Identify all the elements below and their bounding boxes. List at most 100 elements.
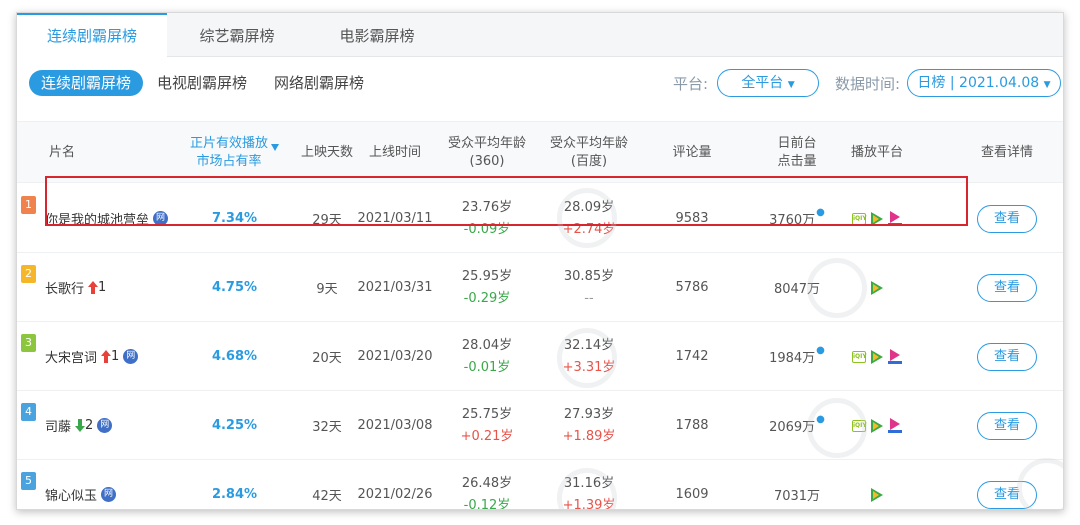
date-select-value: 日榜 | 2021.04.08 xyxy=(917,75,1040,91)
release-date: 2021/03/20 xyxy=(357,349,433,364)
subtab-series[interactable]: 连续剧霸屏榜 xyxy=(29,70,144,96)
days-on-air: 20天 xyxy=(312,351,342,366)
tencent-video-icon[interactable] xyxy=(871,487,883,502)
platforms-cell: iQIY xyxy=(837,322,917,391)
iqiyi-icon[interactable]: iQIY xyxy=(852,350,867,363)
col-clicks-line1: 日前台 xyxy=(777,136,817,151)
show-title[interactable]: 大宋宫词 1 网 xyxy=(45,322,139,391)
age-360-delta: -0.12岁 xyxy=(463,497,511,510)
age-360: 28.04岁 xyxy=(461,337,513,353)
tencent-video-icon[interactable] xyxy=(871,211,883,226)
age-baidu: 30.85岁 xyxy=(563,268,615,284)
iqiyi-icon[interactable]: iQIY xyxy=(852,212,867,225)
chevron-down-icon: ▼ xyxy=(787,80,795,90)
age-baidu: 31.16岁 xyxy=(563,475,615,491)
tab-tv-series-ranking[interactable]: 连续剧霸屏榜 xyxy=(17,13,167,58)
sort-down-icon[interactable] xyxy=(271,143,279,151)
tab-variety-ranking[interactable]: 综艺霸屏榜 xyxy=(167,13,307,57)
date-label: 数据时间: xyxy=(835,75,901,93)
view-detail-button[interactable]: 查看 xyxy=(977,480,1037,509)
youku-icon[interactable] xyxy=(888,348,902,365)
platform-icons: iQIY xyxy=(852,210,902,227)
detail-cell: 查看 xyxy=(967,253,1047,322)
youku-icon[interactable] xyxy=(888,210,902,227)
youku-icon[interactable] xyxy=(888,417,902,434)
network-drama-badge-icon: 网 xyxy=(123,349,139,364)
comment-count: 1609 xyxy=(675,487,709,502)
subtab-web-drama[interactable]: 网络剧霸屏榜 xyxy=(262,70,376,96)
multi-platform-dot-icon: ● xyxy=(816,207,825,218)
rank-up-icon xyxy=(101,350,112,363)
platform-icons: iQIY xyxy=(852,417,902,434)
date-select[interactable]: 日榜 | 2021.04.08 ▼ xyxy=(907,69,1061,97)
age-360-delta: +0.21岁 xyxy=(460,428,514,444)
tab-movie-ranking[interactable]: 电影霸屏榜 xyxy=(307,13,447,57)
age-baidu: 27.93岁 xyxy=(563,406,615,422)
col-days: 上映天数 xyxy=(300,145,353,160)
show-title-text: 你是我的城池营垒 xyxy=(45,213,150,228)
age-baidu-delta: -- xyxy=(584,290,594,306)
age-baidu: 32.14岁 xyxy=(563,337,615,353)
age-360: 26.48岁 xyxy=(461,475,513,491)
platforms-cell xyxy=(837,253,917,322)
rank-change: 2 xyxy=(85,418,94,433)
platform-select-value: 全平台 xyxy=(741,75,784,91)
col-market-share[interactable]: 正片有效播放 市场占有率 xyxy=(182,122,287,184)
detail-cell: 查看 xyxy=(967,460,1047,509)
col-age360-line2: (360) xyxy=(469,154,505,169)
network-drama-badge-icon: 网 xyxy=(101,487,117,502)
age-360: 25.95岁 xyxy=(461,268,513,284)
show-title-text: 大宋宫词 xyxy=(45,351,98,366)
col-agebaidu-line1: 受众平均年龄 xyxy=(549,136,628,151)
age-360-delta: -0.01岁 xyxy=(463,359,511,375)
rank-badge: 2 xyxy=(21,265,36,283)
click-count-cell: 2069万 ● xyxy=(757,391,837,460)
show-title[interactable]: 长歌行 1 xyxy=(45,253,106,322)
table-row: 2 长歌行 1 4.75% 9天 2021/03/31 25.95岁 -0.29岁 30.85岁… xyxy=(17,253,1063,322)
comment-count: 9583 xyxy=(675,211,709,226)
comment-count: 1742 xyxy=(675,349,709,364)
platform-select[interactable]: 全平台 ▼ xyxy=(717,69,819,97)
comment-count: 5786 xyxy=(675,280,709,295)
view-detail-button[interactable]: 查看 xyxy=(977,411,1037,440)
tencent-video-icon[interactable] xyxy=(871,280,883,295)
multi-platform-dot-icon: ● xyxy=(816,345,825,356)
view-detail-button[interactable]: 查看 xyxy=(977,273,1037,302)
tencent-video-icon[interactable] xyxy=(871,349,883,364)
click-count: 2069万 xyxy=(769,420,816,435)
detail-cell: 查看 xyxy=(967,322,1047,391)
show-title[interactable]: 你是我的城池营垒网 xyxy=(45,184,169,253)
rank-down-icon xyxy=(75,419,86,432)
subtab-tv-drama[interactable]: 电视剧霸屏榜 xyxy=(145,70,259,96)
click-count: 3760万 xyxy=(769,213,816,228)
iqiyi-icon[interactable]: iQIY xyxy=(852,419,867,432)
click-count: 7031万 xyxy=(773,489,821,504)
age-baidu-delta: +1.39岁 xyxy=(562,497,616,510)
age-baidu-delta: +3.31岁 xyxy=(562,359,616,375)
table-row: 1 你是我的城池营垒网 7.34% 29天 2021/03/11 23.76岁 -0.09岁… xyxy=(17,184,1063,253)
rank-change: 1 xyxy=(98,280,107,295)
show-title[interactable]: 司藤 2 网 xyxy=(45,391,113,460)
age-360-cell: 25.75岁 +0.21岁 xyxy=(437,391,537,460)
detail-cell: 查看 xyxy=(967,184,1047,253)
col-clicks: 日前台 点击量 xyxy=(757,122,837,184)
age-baidu-delta: +2.74岁 xyxy=(562,221,616,237)
chevron-down-icon: ▼ xyxy=(1043,80,1051,90)
age-360: 25.75岁 xyxy=(461,406,513,422)
age-baidu: 28.09岁 xyxy=(563,199,615,215)
click-count: 8047万 xyxy=(773,282,821,297)
table-row: 3 大宋宫词 1 网 4.68% 20天 2021/03/20 28.04岁 -0.01岁 32.… xyxy=(17,322,1063,391)
click-count-cell: 8047万 xyxy=(757,253,837,322)
show-title[interactable]: 锦心似玉网 xyxy=(45,460,117,509)
ranking-panel: 连续剧霸屏榜 综艺霸屏榜 电影霸屏榜 连续剧霸屏榜 电视剧霸屏榜 网络剧霸屏榜 … xyxy=(16,12,1064,510)
age-360-delta: -0.09岁 xyxy=(463,221,511,237)
comment-count: 1788 xyxy=(675,418,709,433)
days-on-air: 32天 xyxy=(312,420,342,435)
view-detail-button[interactable]: 查看 xyxy=(977,204,1037,233)
view-detail-button[interactable]: 查看 xyxy=(977,342,1037,371)
age-360-cell: 28.04岁 -0.01岁 xyxy=(437,322,537,391)
col-clicks-line2: 点击量 xyxy=(777,154,817,169)
tencent-video-icon[interactable] xyxy=(871,418,883,433)
table-header: 片名 正片有效播放 市场占有率 上映天数 上线时间 受众平均年龄 (360) 受众平… xyxy=(17,121,1063,183)
detail-cell: 查看 xyxy=(967,391,1047,460)
